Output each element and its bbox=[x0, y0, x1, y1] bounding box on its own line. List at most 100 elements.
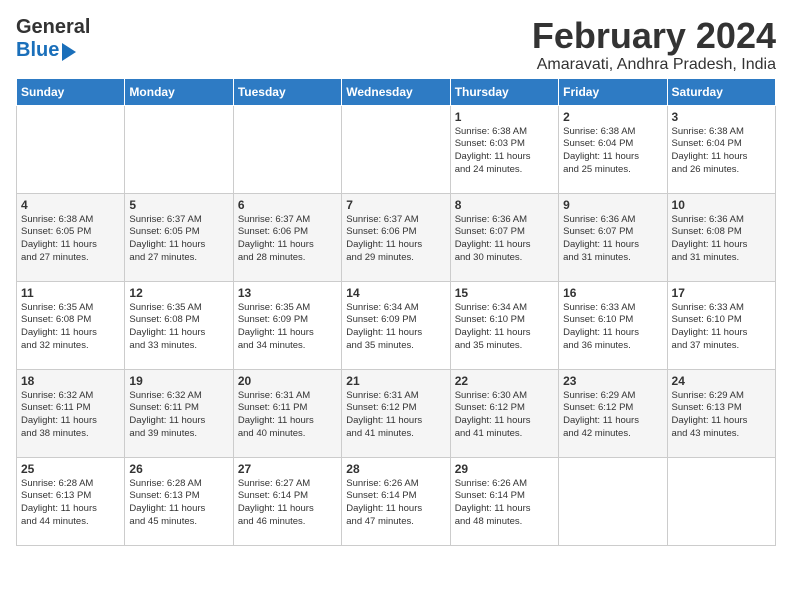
calendar-cell: 4 Sunrise: 6:38 AM Sunset: 6:05 PM Daylig… bbox=[17, 193, 125, 281]
column-header-monday: Monday bbox=[125, 78, 233, 105]
day-number: 3 bbox=[672, 110, 771, 124]
day-info: Sunrise: 6:28 AM Sunset: 6:13 PM Dayligh… bbox=[21, 478, 120, 529]
calendar-week-row: 18 Sunrise: 6:32 AM Sunset: 6:11 PM Dayli… bbox=[17, 369, 776, 457]
day-number: 29 bbox=[455, 462, 554, 476]
day-info: Sunrise: 6:35 AM Sunset: 6:08 PM Dayligh… bbox=[21, 302, 120, 353]
calendar-cell: 1 Sunrise: 6:38 AM Sunset: 6:03 PM Daylig… bbox=[450, 105, 558, 193]
day-number: 20 bbox=[238, 374, 337, 388]
calendar-cell: 19 Sunrise: 6:32 AM Sunset: 6:11 PM Dayli… bbox=[125, 369, 233, 457]
calendar-week-row: 1 Sunrise: 6:38 AM Sunset: 6:03 PM Daylig… bbox=[17, 105, 776, 193]
calendar-cell bbox=[667, 457, 775, 545]
day-info: Sunrise: 6:37 AM Sunset: 6:05 PM Dayligh… bbox=[129, 214, 228, 265]
calendar-cell: 16 Sunrise: 6:33 AM Sunset: 6:10 PM Dayli… bbox=[559, 281, 667, 369]
day-info: Sunrise: 6:29 AM Sunset: 6:13 PM Dayligh… bbox=[672, 390, 771, 441]
calendar-week-row: 25 Sunrise: 6:28 AM Sunset: 6:13 PM Dayli… bbox=[17, 457, 776, 545]
calendar-cell: 20 Sunrise: 6:31 AM Sunset: 6:11 PM Dayli… bbox=[233, 369, 341, 457]
column-header-sunday: Sunday bbox=[17, 78, 125, 105]
day-number: 27 bbox=[238, 462, 337, 476]
day-info: Sunrise: 6:33 AM Sunset: 6:10 PM Dayligh… bbox=[672, 302, 771, 353]
day-number: 18 bbox=[21, 374, 120, 388]
calendar-cell bbox=[559, 457, 667, 545]
day-number: 13 bbox=[238, 286, 337, 300]
column-header-tuesday: Tuesday bbox=[233, 78, 341, 105]
calendar-cell: 6 Sunrise: 6:37 AM Sunset: 6:06 PM Daylig… bbox=[233, 193, 341, 281]
day-number: 11 bbox=[21, 286, 120, 300]
calendar-cell: 27 Sunrise: 6:27 AM Sunset: 6:14 PM Dayli… bbox=[233, 457, 341, 545]
day-info: Sunrise: 6:34 AM Sunset: 6:10 PM Dayligh… bbox=[455, 302, 554, 353]
day-info: Sunrise: 6:27 AM Sunset: 6:14 PM Dayligh… bbox=[238, 478, 337, 529]
title-area: February 2024 Amaravati, Andhra Pradesh,… bbox=[532, 16, 776, 74]
calendar-cell: 13 Sunrise: 6:35 AM Sunset: 6:09 PM Dayli… bbox=[233, 281, 341, 369]
calendar-cell: 22 Sunrise: 6:30 AM Sunset: 6:12 PM Dayli… bbox=[450, 369, 558, 457]
calendar-cell: 5 Sunrise: 6:37 AM Sunset: 6:05 PM Daylig… bbox=[125, 193, 233, 281]
day-number: 10 bbox=[672, 198, 771, 212]
day-info: Sunrise: 6:37 AM Sunset: 6:06 PM Dayligh… bbox=[238, 214, 337, 265]
day-info: Sunrise: 6:35 AM Sunset: 6:08 PM Dayligh… bbox=[129, 302, 228, 353]
day-info: Sunrise: 6:38 AM Sunset: 6:04 PM Dayligh… bbox=[672, 126, 771, 177]
day-number: 9 bbox=[563, 198, 662, 212]
calendar-cell: 25 Sunrise: 6:28 AM Sunset: 6:13 PM Dayli… bbox=[17, 457, 125, 545]
column-header-wednesday: Wednesday bbox=[342, 78, 450, 105]
day-info: Sunrise: 6:32 AM Sunset: 6:11 PM Dayligh… bbox=[21, 390, 120, 441]
calendar-cell: 21Sunrise: 6:31 AM Sunset: 6:12 PM Dayli… bbox=[342, 369, 450, 457]
calendar-subtitle: Amaravati, Andhra Pradesh, India bbox=[532, 56, 776, 74]
day-info: Sunrise: 6:38 AM Sunset: 6:03 PM Dayligh… bbox=[455, 126, 554, 177]
day-info: Sunrise: 6:32 AM Sunset: 6:11 PM Dayligh… bbox=[129, 390, 228, 441]
day-info: Sunrise: 6:37 AM Sunset: 6:06 PM Dayligh… bbox=[346, 214, 445, 265]
calendar-cell: 18 Sunrise: 6:32 AM Sunset: 6:11 PM Dayli… bbox=[17, 369, 125, 457]
column-header-friday: Friday bbox=[559, 78, 667, 105]
day-info: Sunrise: 6:33 AM Sunset: 6:10 PM Dayligh… bbox=[563, 302, 662, 353]
calendar-cell bbox=[233, 105, 341, 193]
day-info: Sunrise: 6:26 AM Sunset: 6:14 PM Dayligh… bbox=[346, 478, 445, 529]
calendar-cell: 10 Sunrise: 6:36 AM Sunset: 6:08 PM Dayli… bbox=[667, 193, 775, 281]
calendar-cell: 3 Sunrise: 6:38 AM Sunset: 6:04 PM Daylig… bbox=[667, 105, 775, 193]
calendar-cell: 14 Sunrise: 6:34 AM Sunset: 6:09 PM Dayli… bbox=[342, 281, 450, 369]
logo: General Blue bbox=[16, 16, 90, 62]
calendar-cell: 23Sunrise: 6:29 AM Sunset: 6:12 PM Dayli… bbox=[559, 369, 667, 457]
column-header-saturday: Saturday bbox=[667, 78, 775, 105]
calendar-cell: 15 Sunrise: 6:34 AM Sunset: 6:10 PM Dayli… bbox=[450, 281, 558, 369]
day-info: Sunrise: 6:35 AM Sunset: 6:09 PM Dayligh… bbox=[238, 302, 337, 353]
calendar-cell: 8Sunrise: 6:36 AM Sunset: 6:07 PM Daylig… bbox=[450, 193, 558, 281]
day-number: 15 bbox=[455, 286, 554, 300]
calendar-cell bbox=[17, 105, 125, 193]
calendar-cell: 29Sunrise: 6:26 AM Sunset: 6:14 PM Dayli… bbox=[450, 457, 558, 545]
day-number: 14 bbox=[346, 286, 445, 300]
day-number: 1 bbox=[455, 110, 554, 124]
day-info: Sunrise: 6:38 AM Sunset: 6:04 PM Dayligh… bbox=[563, 126, 662, 177]
day-number: 25 bbox=[21, 462, 120, 476]
day-info: Sunrise: 6:36 AM Sunset: 6:08 PM Dayligh… bbox=[672, 214, 771, 265]
calendar-cell: 26 Sunrise: 6:28 AM Sunset: 6:13 PM Dayli… bbox=[125, 457, 233, 545]
day-number: 6 bbox=[238, 198, 337, 212]
day-info: Sunrise: 6:34 AM Sunset: 6:09 PM Dayligh… bbox=[346, 302, 445, 353]
calendar-cell: 17 Sunrise: 6:33 AM Sunset: 6:10 PM Dayli… bbox=[667, 281, 775, 369]
calendar-cell: 9Sunrise: 6:36 AM Sunset: 6:07 PM Daylig… bbox=[559, 193, 667, 281]
day-info: Sunrise: 6:38 AM Sunset: 6:05 PM Dayligh… bbox=[21, 214, 120, 265]
day-info: Sunrise: 6:31 AM Sunset: 6:12 PM Dayligh… bbox=[346, 390, 445, 441]
day-number: 26 bbox=[129, 462, 228, 476]
calendar-week-row: 4 Sunrise: 6:38 AM Sunset: 6:05 PM Daylig… bbox=[17, 193, 776, 281]
day-info: Sunrise: 6:28 AM Sunset: 6:13 PM Dayligh… bbox=[129, 478, 228, 529]
column-header-thursday: Thursday bbox=[450, 78, 558, 105]
day-number: 19 bbox=[129, 374, 228, 388]
calendar-cell: 28 Sunrise: 6:26 AM Sunset: 6:14 PM Dayli… bbox=[342, 457, 450, 545]
calendar-cell: 11 Sunrise: 6:35 AM Sunset: 6:08 PM Dayli… bbox=[17, 281, 125, 369]
calendar-cell: 7 Sunrise: 6:37 AM Sunset: 6:06 PM Daylig… bbox=[342, 193, 450, 281]
calendar-cell: 2 Sunrise: 6:38 AM Sunset: 6:04 PM Daylig… bbox=[559, 105, 667, 193]
calendar-body: 1 Sunrise: 6:38 AM Sunset: 6:03 PM Daylig… bbox=[17, 105, 776, 545]
calendar-cell: 24Sunrise: 6:29 AM Sunset: 6:13 PM Dayli… bbox=[667, 369, 775, 457]
day-number: 4 bbox=[21, 198, 120, 212]
day-number: 5 bbox=[129, 198, 228, 212]
day-number: 23 bbox=[563, 374, 662, 388]
day-info: Sunrise: 6:30 AM Sunset: 6:12 PM Dayligh… bbox=[455, 390, 554, 441]
day-number: 17 bbox=[672, 286, 771, 300]
day-number: 2 bbox=[563, 110, 662, 124]
logo-arrow-icon bbox=[62, 43, 76, 61]
day-info: Sunrise: 6:31 AM Sunset: 6:11 PM Dayligh… bbox=[238, 390, 337, 441]
day-number: 7 bbox=[346, 198, 445, 212]
day-number: 28 bbox=[346, 462, 445, 476]
day-number: 22 bbox=[455, 374, 554, 388]
calendar-header-row: SundayMondayTuesdayWednesdayThursdayFrid… bbox=[17, 78, 776, 105]
calendar-table: SundayMondayTuesdayWednesdayThursdayFrid… bbox=[16, 78, 776, 546]
day-number: 16 bbox=[563, 286, 662, 300]
